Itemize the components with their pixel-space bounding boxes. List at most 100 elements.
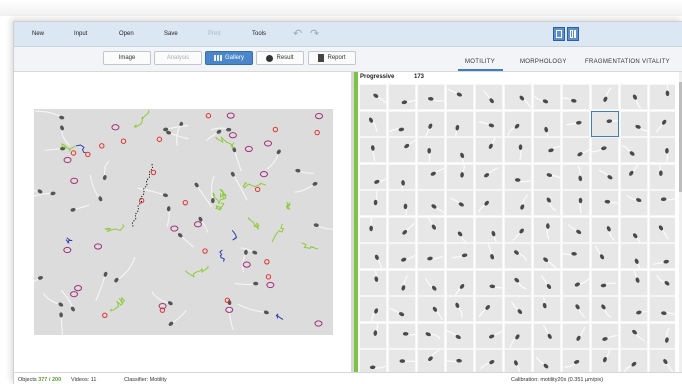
- menu-open[interactable]: Open: [119, 31, 134, 37]
- gallery-thumbnail[interactable]: [504, 111, 532, 137]
- gallery-thumbnail[interactable]: [417, 270, 445, 296]
- gallery-thumbnail[interactable]: [620, 217, 648, 243]
- gallery-thumbnail[interactable]: [562, 270, 590, 296]
- gallery-thumbnail[interactable]: [533, 270, 561, 296]
- gallery-thumbnail[interactable]: [359, 190, 387, 216]
- gallery-thumbnail[interactable]: [475, 349, 503, 372]
- gallery-thumbnail[interactable]: [475, 270, 503, 296]
- gallery-thumbnail[interactable]: [620, 190, 648, 216]
- gallery-thumbnail[interactable]: [446, 164, 474, 190]
- undo-icon[interactable]: ↶: [293, 27, 302, 40]
- gallery-thumbnail[interactable]: [475, 190, 503, 216]
- gallery-thumbnail[interactable]: [475, 84, 503, 110]
- split-pane-layout-icon[interactable]: [567, 27, 579, 41]
- gallery-thumbnail[interactable]: [446, 349, 474, 372]
- gallery-thumbnail[interactable]: [620, 111, 648, 137]
- gallery-thumbnail[interactable]: [562, 217, 590, 243]
- gallery-thumbnail[interactable]: [359, 164, 387, 190]
- gallery-thumbnail[interactable]: [359, 111, 387, 137]
- gallery-thumbnail[interactable]: [649, 111, 675, 137]
- analysis-button[interactable]: Analysis: [154, 51, 202, 65]
- gallery-thumbnail[interactable]: [446, 217, 474, 243]
- gallery-thumbnail[interactable]: [533, 164, 561, 190]
- gallery-thumbnail[interactable]: [446, 137, 474, 163]
- gallery-thumbnail[interactable]: [446, 270, 474, 296]
- gallery-thumbnail[interactable]: [446, 296, 474, 322]
- gallery-thumbnail[interactable]: [591, 243, 619, 269]
- gallery-thumbnail[interactable]: [504, 84, 532, 110]
- gallery-thumbnail[interactable]: [562, 296, 590, 322]
- menu-print[interactable]: Print: [208, 31, 220, 37]
- gallery-thumbnail[interactable]: [591, 270, 619, 296]
- gallery-thumbnail[interactable]: [591, 137, 619, 163]
- gallery-thumbnail[interactable]: [504, 296, 532, 322]
- gallery-thumbnail[interactable]: [591, 111, 619, 137]
- gallery-thumbnail[interactable]: [649, 243, 675, 269]
- gallery-thumbnail[interactable]: [533, 111, 561, 137]
- gallery-thumbnail[interactable]: [620, 137, 648, 163]
- redo-icon[interactable]: ↷: [310, 27, 319, 40]
- gallery-thumbnail[interactable]: [388, 137, 416, 163]
- image-button[interactable]: Image: [103, 51, 151, 65]
- gallery-thumbnail[interactable]: [562, 137, 590, 163]
- gallery-thumbnail[interactable]: [591, 84, 619, 110]
- gallery-thumbnail[interactable]: [417, 217, 445, 243]
- gallery-thumbnail[interactable]: [620, 296, 648, 322]
- gallery-thumbnail[interactable]: [359, 323, 387, 349]
- gallery-thumbnail[interactable]: [504, 349, 532, 372]
- gallery-thumbnail[interactable]: [562, 84, 590, 110]
- gallery-thumbnail[interactable]: [359, 270, 387, 296]
- gallery-thumbnail[interactable]: [504, 217, 532, 243]
- gallery-thumbnail[interactable]: [359, 217, 387, 243]
- gallery-thumbnail[interactable]: [504, 190, 532, 216]
- gallery-thumbnail[interactable]: [417, 137, 445, 163]
- menu-tools[interactable]: Tools: [252, 31, 266, 37]
- gallery-thumbnail[interactable]: [562, 323, 590, 349]
- gallery-thumbnail[interactable]: [417, 111, 445, 137]
- gallery-thumbnail[interactable]: [446, 243, 474, 269]
- gallery-thumbnail[interactable]: [504, 137, 532, 163]
- gallery-thumbnail[interactable]: [591, 217, 619, 243]
- gallery-thumbnail[interactable]: [359, 137, 387, 163]
- gallery-thumbnail[interactable]: [417, 296, 445, 322]
- gallery-thumbnail[interactable]: [533, 190, 561, 216]
- gallery-thumbnail[interactable]: [562, 190, 590, 216]
- gallery-thumbnail[interactable]: [388, 270, 416, 296]
- menu-input[interactable]: Input: [74, 31, 87, 37]
- menu-save[interactable]: Save: [164, 31, 178, 37]
- gallery-thumbnail[interactable]: [359, 243, 387, 269]
- gallery-thumbnail[interactable]: [533, 217, 561, 243]
- gallery-thumbnail[interactable]: [533, 296, 561, 322]
- gallery-thumbnail[interactable]: [417, 349, 445, 372]
- gallery-thumbnail[interactable]: [591, 190, 619, 216]
- gallery-thumbnail[interactable]: [504, 243, 532, 269]
- gallery-thumbnail[interactable]: [533, 243, 561, 269]
- gallery-thumbnail[interactable]: [417, 243, 445, 269]
- gallery-thumbnail[interactable]: [388, 243, 416, 269]
- gallery-thumbnail[interactable]: [649, 349, 675, 372]
- gallery-thumbnail[interactable]: [359, 296, 387, 322]
- gallery-thumbnail[interactable]: [504, 164, 532, 190]
- gallery-thumbnail[interactable]: [504, 323, 532, 349]
- gallery-thumbnail[interactable]: [475, 164, 503, 190]
- gallery-thumbnail[interactable]: [533, 137, 561, 163]
- gallery-thumbnail[interactable]: [417, 164, 445, 190]
- gallery-thumbnail[interactable]: [649, 137, 675, 163]
- gallery-thumbnail[interactable]: [562, 243, 590, 269]
- gallery-thumbnail[interactable]: [562, 111, 590, 137]
- gallery-thumbnail[interactable]: [388, 217, 416, 243]
- gallery-thumbnail[interactable]: [533, 349, 561, 372]
- gallery-thumbnail[interactable]: [475, 217, 503, 243]
- gallery-thumbnail[interactable]: [359, 84, 387, 110]
- gallery-thumbnail[interactable]: [475, 137, 503, 163]
- gallery-thumbnail[interactable]: [388, 84, 416, 110]
- gallery-thumbnail[interactable]: [562, 164, 590, 190]
- gallery-thumbnail[interactable]: [446, 190, 474, 216]
- tab-morphology[interactable]: MORPHOLOGY: [520, 59, 567, 65]
- gallery-thumbnail[interactable]: [533, 84, 561, 110]
- gallery-thumbnail[interactable]: [388, 296, 416, 322]
- gallery-thumbnail[interactable]: [649, 164, 675, 190]
- gallery-thumbnail[interactable]: [359, 349, 387, 372]
- gallery-thumbnail[interactable]: [504, 270, 532, 296]
- gallery-thumbnail[interactable]: [649, 190, 675, 216]
